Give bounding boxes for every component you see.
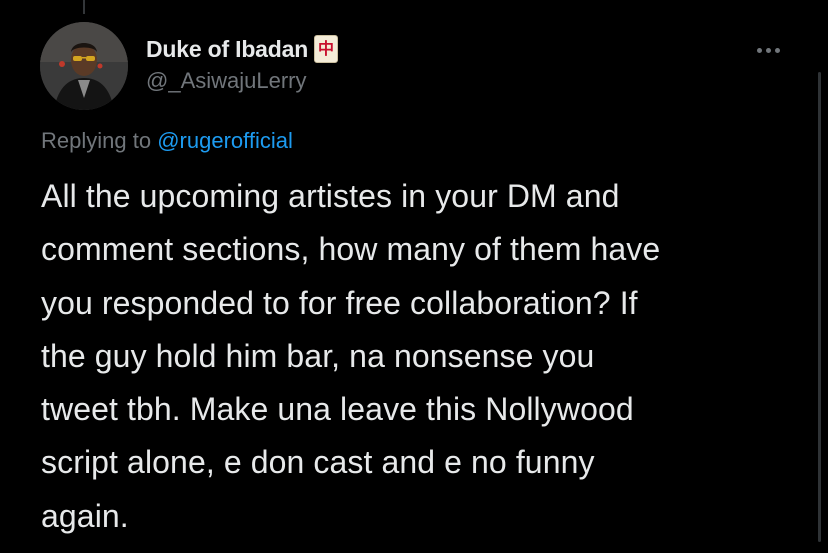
avatar-image	[40, 22, 128, 110]
more-options-button[interactable]	[750, 38, 786, 62]
tweet-text-line: again.	[41, 497, 129, 534]
replying-to-line: Replying to @rugerofficial	[41, 128, 293, 154]
author-handle[interactable]: @_AsiwajuLerry	[146, 68, 307, 94]
more-dot-icon	[774, 47, 780, 53]
reply-mention-link[interactable]: @rugerofficial	[157, 128, 293, 153]
tweet-text-line: the guy hold him bar, na nonsense you	[41, 337, 595, 374]
tweet-text-line: tweet tbh. Make una leave this Nollywood	[41, 391, 634, 428]
mahjong-emoji-icon: 中	[314, 34, 339, 63]
more-dot-icon	[765, 47, 771, 53]
tweet-text-line: All the upcoming artistes in your DM and	[41, 178, 620, 214]
author-name-row[interactable]: Duke of Ibadan 中	[146, 34, 339, 63]
tweet-text-line: script alone, e don cast and e no funny	[41, 444, 595, 481]
replying-to-label: Replying to	[41, 128, 152, 153]
more-dot-icon	[756, 47, 762, 53]
tweet-text-line: comment sections, how many of them have	[41, 231, 661, 268]
avatar[interactable]	[40, 22, 128, 110]
tweet-text: All the upcoming artistes in your DM and…	[41, 170, 811, 543]
tweet-text-line: you responded to for free collaboration?…	[41, 284, 638, 321]
thread-connector-line	[83, 0, 85, 14]
scrollbar[interactable]	[818, 72, 821, 542]
author-display-name[interactable]: Duke of Ibadan	[146, 36, 308, 63]
